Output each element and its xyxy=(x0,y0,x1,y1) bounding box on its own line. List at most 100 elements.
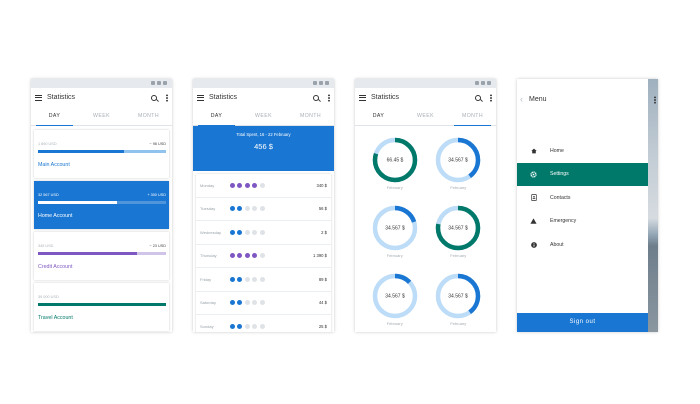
daily-spending-list: Monday 340 $ Tuesday 56 $ Wednesday 2 $ Thursd… xyxy=(196,174,331,332)
donut-value: 34.567 $ xyxy=(449,294,469,300)
progress-fill xyxy=(38,201,118,204)
account-card[interactable]: 39 000 USD Travel Account xyxy=(34,283,169,331)
donut-card[interactable]: 34.567 $ February xyxy=(427,136,491,200)
spending-dot xyxy=(237,182,243,188)
search-icon[interactable] xyxy=(151,94,157,101)
day-amount: 2 $ xyxy=(321,229,327,235)
day-row[interactable]: Thursday 1 390 $ xyxy=(196,245,331,268)
status-bar xyxy=(31,79,172,88)
account-change: + 300 USD xyxy=(147,193,166,197)
spending-dot xyxy=(252,206,258,212)
drawer-item-label: Emergency xyxy=(550,218,577,225)
menu-icon[interactable] xyxy=(35,94,42,101)
drawer-item-emergency[interactable]: Emergency xyxy=(517,210,648,234)
tab-month[interactable]: MONTH xyxy=(125,107,172,125)
account-change: − 98 USD xyxy=(149,142,166,146)
spending-dot xyxy=(244,323,250,329)
day-row[interactable]: Monday 340 $ xyxy=(196,174,331,198)
tab-day[interactable]: DAY xyxy=(31,107,78,126)
account-card[interactable]: 1 890 USD − 98 USD Main Account xyxy=(34,130,169,178)
tab-week[interactable]: WEEK xyxy=(78,107,125,125)
search-icon[interactable] xyxy=(475,94,481,101)
spending-dot xyxy=(237,206,243,212)
tab-bar: DAY WEEK MONTH xyxy=(31,107,172,126)
tab-day[interactable]: DAY xyxy=(355,107,402,125)
account-name: Travel Account xyxy=(38,314,73,321)
spending-dot xyxy=(252,253,258,259)
donut-card[interactable]: 34.567 $ February xyxy=(363,272,427,332)
drawer-item-contacts[interactable]: Contacts xyxy=(517,186,648,210)
tab-week[interactable]: WEEK xyxy=(402,107,449,125)
contacts-icon xyxy=(530,194,537,202)
donut-grid: 66.45 $ February 34.567 $ February 34.567 $ F… xyxy=(355,126,496,332)
donut-card[interactable]: 66.45 $ February xyxy=(363,136,427,200)
donut-month: February xyxy=(386,253,403,258)
spending-dot xyxy=(230,323,235,329)
background-photo xyxy=(648,79,658,332)
account-name: Credit Account xyxy=(38,263,73,270)
spending-dot xyxy=(230,229,235,235)
day-row[interactable]: Wednesday 2 $ xyxy=(196,221,331,245)
total-spent-panel: Total Spent, 16 - 22 February 456 $ xyxy=(193,126,334,171)
day-row[interactable]: Friday 89 $ xyxy=(196,268,331,292)
page-title: Statistics xyxy=(209,94,238,101)
account-card[interactable]: 345 USD − 23 USD Credit Account xyxy=(34,232,169,280)
more-options-icon[interactable] xyxy=(654,96,656,104)
drawer-title: Menu xyxy=(529,95,547,103)
tab-week[interactable]: WEEK xyxy=(240,107,287,125)
account-balance: 39 000 USD xyxy=(38,295,59,299)
donut-card[interactable]: 34.567 $ February xyxy=(363,204,427,268)
menu-icon[interactable] xyxy=(359,94,366,101)
home-icon xyxy=(530,147,537,154)
drawer-item-home[interactable]: Home xyxy=(517,139,648,163)
drawer-item-about[interactable]: About xyxy=(517,233,648,257)
account-amounts: 39 000 USD xyxy=(38,295,166,301)
account-progress-bar xyxy=(38,201,166,204)
donut-value: 34.567 $ xyxy=(385,226,405,232)
day-row[interactable]: Saturday 44 $ xyxy=(196,292,331,315)
donut-card[interactable]: 34.567 $ February xyxy=(427,204,491,268)
tab-day[interactable]: DAY xyxy=(193,107,240,126)
spending-dot xyxy=(244,182,250,188)
more-options-icon[interactable] xyxy=(166,93,168,102)
drawer-item-settings[interactable]: Settings xyxy=(517,162,648,186)
day-amount: 44 $ xyxy=(318,300,327,306)
spending-dot xyxy=(259,182,265,188)
donut-chart: 34.567 $ xyxy=(436,205,481,251)
donut-chart: 34.567 $ xyxy=(372,205,417,251)
drawer-header: ‹ Menu xyxy=(517,79,648,119)
spending-dot xyxy=(252,229,258,235)
spending-indicator xyxy=(230,276,319,282)
account-amounts: 345 USD − 23 USD xyxy=(38,244,166,250)
page-title: Statistics xyxy=(371,94,400,101)
progress-fill xyxy=(38,303,166,306)
more-options-icon[interactable] xyxy=(328,93,330,102)
spending-dot xyxy=(244,206,250,212)
account-card[interactable]: 32 567 USD + 300 USD Home Account xyxy=(34,181,169,229)
spending-dot xyxy=(259,276,265,282)
tab-month[interactable]: MONTH xyxy=(287,107,334,125)
search-icon[interactable] xyxy=(313,94,319,101)
day-row[interactable]: Sunday 25 $ xyxy=(196,315,331,332)
screen-navigation-drawer: ‹ Menu Home Settings Contacts Emergency Abou… xyxy=(517,79,658,332)
more-options-icon[interactable] xyxy=(490,93,492,102)
app-bar: Statistics xyxy=(355,88,496,107)
drawer-menu: Home Settings Contacts Emergency About xyxy=(517,139,648,257)
menu-icon[interactable] xyxy=(197,94,204,101)
tab-month[interactable]: MONTH xyxy=(449,107,496,126)
account-progress-bar xyxy=(38,252,166,255)
account-amounts: 32 567 USD + 300 USD xyxy=(38,193,166,199)
screen-weekly-spending: Statistics DAY WEEK MONTH Total Spent, 1… xyxy=(193,79,334,332)
back-icon[interactable]: ‹ xyxy=(520,94,523,104)
spending-indicator xyxy=(230,229,321,235)
page-title: Statistics xyxy=(47,94,76,101)
spending-dot xyxy=(244,253,250,259)
sign-out-button[interactable]: Sign out xyxy=(517,313,648,332)
screen-accounts: Statistics DAY WEEK MONTH 1 890 USD − 98 … xyxy=(31,79,172,332)
donut-month: February xyxy=(386,185,403,190)
status-bar xyxy=(193,79,334,88)
day-name: Tuesday xyxy=(200,206,216,212)
day-row[interactable]: Tuesday 56 $ xyxy=(196,198,331,221)
donut-card[interactable]: 34.567 $ February xyxy=(427,272,491,332)
account-amounts: 1 890 USD − 98 USD xyxy=(38,142,166,148)
